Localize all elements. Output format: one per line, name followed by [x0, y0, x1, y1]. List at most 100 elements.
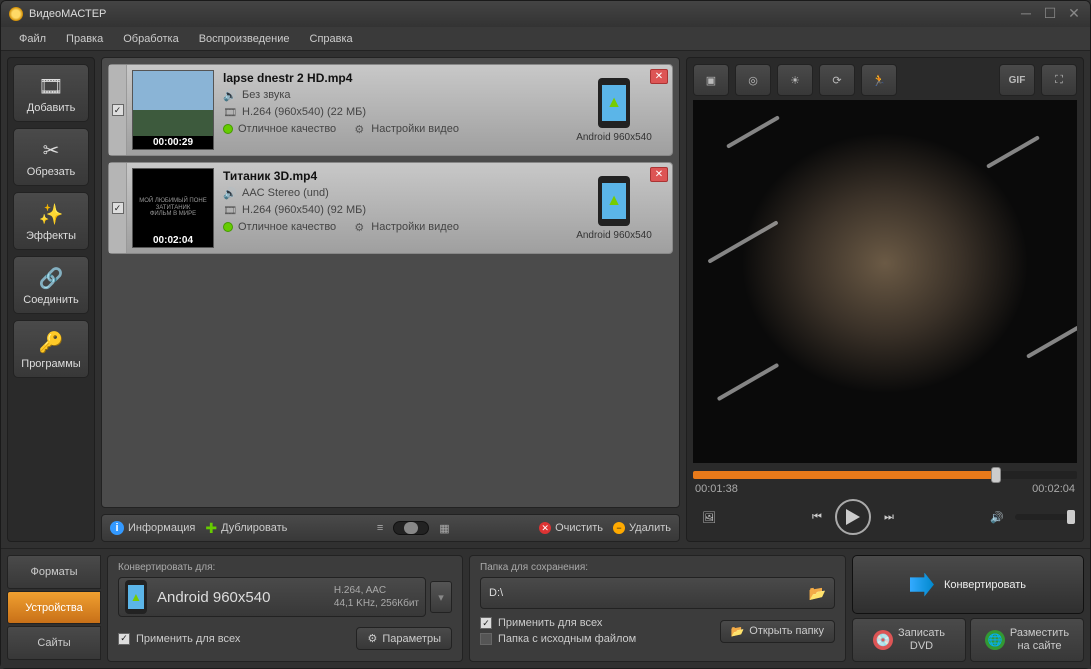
- video-settings-link[interactable]: Настройки видео: [371, 221, 459, 233]
- speed-tool[interactable]: 🏃: [861, 64, 897, 96]
- remove-file-button[interactable]: ✕: [650, 69, 668, 84]
- clear-label: Очистить: [555, 522, 603, 534]
- duplicate-label: Дублировать: [221, 522, 287, 534]
- file-checkbox[interactable]: ✓: [109, 163, 127, 253]
- convert-button[interactable]: Конвертировать: [852, 555, 1084, 614]
- video-settings-link[interactable]: Настройки видео: [371, 123, 459, 135]
- play-button[interactable]: [835, 499, 871, 535]
- speaker-icon: 🔊: [223, 186, 237, 200]
- sidebar-add[interactable]: 🎞Добавить: [13, 64, 89, 122]
- folder-icon[interactable]: 📂: [809, 585, 826, 602]
- next-button[interactable]: ⏭: [875, 503, 903, 531]
- tab-formats[interactable]: Форматы: [7, 555, 101, 589]
- open-folder-label: Открыть папку: [749, 625, 824, 637]
- burn-dvd-button[interactable]: 💿ЗаписатьDVD: [852, 618, 966, 662]
- target-icon: ◎: [748, 74, 758, 87]
- list-footer: i Информация ✚Дублировать ≡ ▦ ✕Очистить −…: [101, 514, 680, 542]
- publish-label: Разместитьна сайте: [1010, 627, 1069, 653]
- params-button[interactable]: ⚙Параметры: [356, 627, 452, 650]
- sidebar-join[interactable]: 🔗 Соединить: [13, 256, 89, 314]
- menu-playback[interactable]: Воспроизведение: [191, 30, 298, 48]
- file-target: Android 960x540: [576, 230, 652, 241]
- sidebar-programs-label: Программы: [21, 358, 80, 370]
- menu-edit[interactable]: Правка: [58, 30, 111, 48]
- sidebar-effects[interactable]: ✨Эффекты: [13, 192, 89, 250]
- info-button[interactable]: i Информация: [110, 521, 195, 535]
- close-button[interactable]: ✕: [1066, 6, 1082, 22]
- tab-sites[interactable]: Сайты: [7, 626, 101, 660]
- menu-file[interactable]: Файл: [11, 30, 54, 48]
- file-video: H.264 (960x540) (22 МБ): [242, 106, 366, 118]
- menu-process[interactable]: Обработка: [115, 30, 186, 48]
- maximize-button[interactable]: ☐: [1042, 6, 1058, 22]
- device-icon: ▲: [598, 78, 630, 128]
- time-current: 00:01:38: [695, 483, 738, 495]
- format-selector[interactable]: ▲ Android 960x540 H.264, AAC 44,1 KHz, 2…: [118, 577, 426, 617]
- sparkle-icon: ✨: [37, 200, 65, 228]
- globe-icon: 🌐: [985, 630, 1005, 650]
- menu-help[interactable]: Справка: [302, 30, 361, 48]
- dest-path[interactable]: D:\ 📂: [480, 577, 835, 609]
- rotate-tool[interactable]: ⟳: [819, 64, 855, 96]
- open-folder-button[interactable]: 📂Открыть папку: [720, 620, 835, 643]
- sidebar-trim[interactable]: ✂Обрезать: [13, 128, 89, 186]
- fullscreen-button[interactable]: ⛶: [1041, 64, 1077, 96]
- minus-icon: −: [613, 522, 625, 534]
- video-preview[interactable]: [693, 100, 1077, 463]
- duration-label: 00:02:04: [133, 234, 213, 247]
- seek-bar[interactable]: [693, 471, 1077, 479]
- convert-panel: Конвертировать для: ▲ Android 960x540 H.…: [107, 555, 463, 662]
- info-icon: i: [110, 521, 124, 535]
- duration-label: 00:00:29: [133, 136, 213, 149]
- save-folder-label: Папка для сохранения:: [480, 562, 835, 573]
- menubar: Файл Правка Обработка Воспроизведение Сп…: [1, 27, 1090, 51]
- file-item[interactable]: ✓ МОЙ ЛЮБИМЫЙ ПОНЕ ЗАТИТАНИКФИЛЬМ В МИРЕ…: [108, 162, 673, 254]
- publish-button[interactable]: 🌐Разместитьна сайте: [970, 618, 1084, 662]
- link-icon: 🔗: [37, 264, 65, 292]
- prev-button[interactable]: ⏮: [803, 503, 831, 531]
- source-folder-check[interactable]: Папка с исходным файлом: [480, 633, 636, 645]
- volume-slider[interactable]: [1015, 514, 1075, 520]
- sidebar-join-label: Соединить: [23, 294, 79, 306]
- enhance-tool[interactable]: ◎: [735, 64, 771, 96]
- apply-all-check[interactable]: ✓Применить для всех: [118, 633, 240, 645]
- convert-for-label: Конвертировать для:: [118, 562, 452, 573]
- sidebar: 🎞Добавить ✂Обрезать ✨Эффекты 🔗Соединить …: [7, 57, 95, 542]
- format-codec: H.264, AAC: [334, 584, 419, 597]
- file-title: Титаник 3D.mp4: [223, 169, 552, 183]
- film-plus-icon: 🎞: [37, 72, 65, 100]
- tab-devices[interactable]: Устройства: [7, 591, 101, 625]
- sidebar-programs[interactable]: 🔑 Программы: [13, 320, 89, 378]
- file-quality: Отличное качество: [238, 221, 336, 233]
- file-item[interactable]: ✓ 00:00:29 lapse dnestr 2 HD.mp4 🔊Без зв…: [108, 64, 673, 156]
- duplicate-button[interactable]: ✚Дублировать: [205, 520, 287, 537]
- convert-label: Конвертировать: [944, 579, 1026, 591]
- brightness-tool[interactable]: ☀: [777, 64, 813, 96]
- file-audio: AAC Stereo (und): [242, 187, 329, 199]
- gif-button[interactable]: GIF: [999, 64, 1035, 96]
- quality-dot-icon: [223, 222, 233, 232]
- delete-button[interactable]: −Удалить: [613, 522, 671, 534]
- app-logo: [9, 7, 23, 21]
- apply-all-check-2[interactable]: ✓Применить для всех: [480, 617, 636, 629]
- volume-button[interactable]: 🔊: [983, 503, 1011, 531]
- file-thumbnail[interactable]: МОЙ ЛЮБИМЫЙ ПОНЕ ЗАТИТАНИКФИЛЬМ В МИРЕ00…: [132, 168, 214, 248]
- file-video: H.264 (960x540) (92 МБ): [242, 204, 366, 216]
- burn-dvd-label: ЗаписатьDVD: [898, 627, 945, 653]
- view-list-icon[interactable]: ≡: [377, 522, 383, 534]
- titlebar: ВидеоМАСТЕР ─ ☐ ✕: [1, 1, 1090, 27]
- file-checkbox[interactable]: ✓: [109, 65, 127, 155]
- info-label: Информация: [128, 522, 195, 534]
- view-grid-icon[interactable]: ▦: [439, 522, 449, 535]
- minimize-button[interactable]: ─: [1018, 6, 1034, 22]
- clear-button[interactable]: ✕Очистить: [539, 522, 603, 534]
- remove-file-button[interactable]: ✕: [650, 167, 668, 182]
- time-total: 00:02:04: [1032, 483, 1075, 495]
- format-dropdown[interactable]: ▾: [430, 581, 452, 613]
- file-list: ✓ 00:00:29 lapse dnestr 2 HD.mp4 🔊Без зв…: [101, 57, 680, 508]
- key-icon: 🔑: [37, 328, 65, 356]
- crop-tool[interactable]: ▣: [693, 64, 729, 96]
- view-toggle[interactable]: [393, 521, 429, 535]
- snapshot-button[interactable]: 🖼: [695, 503, 723, 531]
- file-thumbnail[interactable]: 00:00:29: [132, 70, 214, 150]
